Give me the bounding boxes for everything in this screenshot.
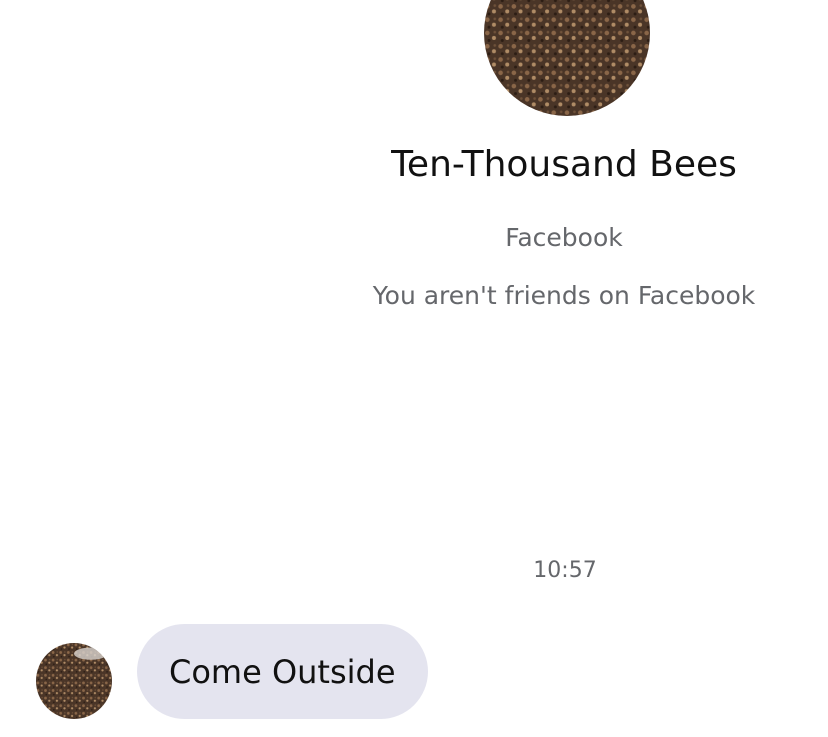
friend-status: You aren't friends on Facebook — [372, 281, 756, 310]
message-timestamp: 10:57 — [533, 558, 597, 583]
contact-name[interactable]: Ten-Thousand Bees — [300, 140, 828, 190]
bee-swarm-avatar-icon — [484, 0, 650, 116]
message-bubble[interactable]: Come Outside — [137, 624, 428, 719]
sender-avatar[interactable] — [36, 643, 112, 719]
message-text: Come Outside — [169, 652, 396, 691]
profile-avatar[interactable] — [484, 0, 650, 116]
bee-swarm-avatar-icon — [36, 643, 112, 719]
contact-source: Facebook — [505, 223, 623, 252]
